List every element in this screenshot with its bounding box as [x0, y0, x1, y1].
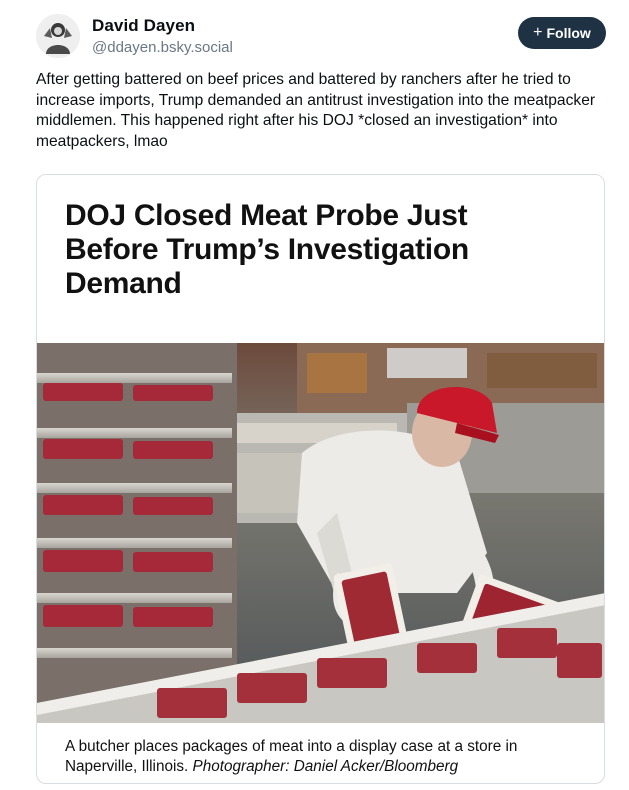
post: David Dayen @ddayen.bsky.social + Follow…: [0, 0, 629, 790]
article-headline: DOJ Closed Meat Probe Just Before Trump’…: [65, 199, 469, 300]
avatar[interactable]: [36, 14, 80, 58]
follow-button-label: Follow: [546, 25, 591, 41]
article-header: DOJ Closed Meat Probe Just Before Trump’…: [37, 175, 604, 343]
butcher-photo-illustration: [37, 343, 604, 723]
author-handle[interactable]: @ddayen.bsky.social: [92, 39, 233, 56]
plus-icon: +: [533, 24, 543, 41]
article-caption: A butcher places packages of meat into a…: [65, 737, 585, 777]
follow-button[interactable]: + Follow: [518, 17, 606, 49]
photo-credit: Photographer: Daniel Acker/Bloomberg: [192, 758, 459, 775]
author-display-name[interactable]: David Dayen: [92, 16, 195, 36]
article-photo: [37, 343, 604, 723]
avatar-icon: [36, 14, 80, 58]
link-embed-card[interactable]: DOJ Closed Meat Probe Just Before Trump’…: [36, 174, 605, 784]
post-text: After getting battered on beef prices an…: [36, 71, 596, 150]
